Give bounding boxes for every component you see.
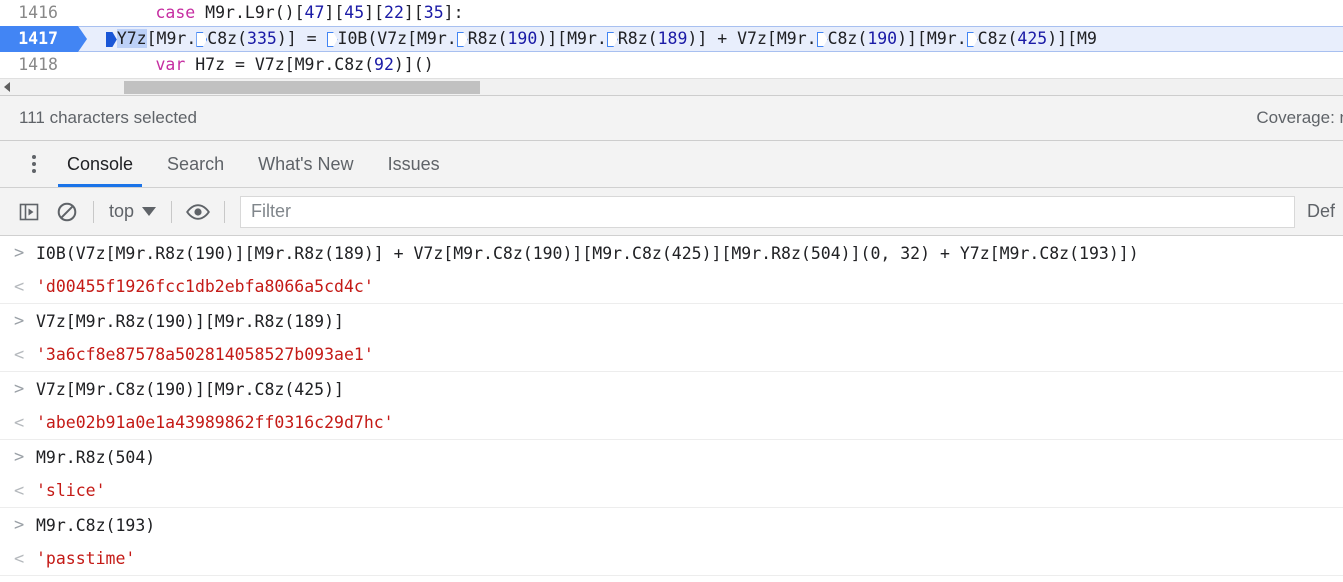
inline-eval-arrow-icon[interactable] xyxy=(816,32,828,47)
sources-editor[interactable]: 1416 case M9r.L9r()[47][45][22][35]: 141… xyxy=(0,0,1343,78)
filter-placeholder: Filter xyxy=(251,201,292,221)
prompt-out-icon: < xyxy=(14,412,25,433)
code-line-1417[interactable]: 1417 Y7z[M9r. C8z(335)] = I0B(V7z[M9r. R8z… xyxy=(0,26,1343,52)
prompt-out-icon: < xyxy=(14,344,25,365)
console-command[interactable]: > V7z[M9r.R8z(190)][M9r.R8z(189)] xyxy=(0,304,1343,338)
eye-icon xyxy=(186,203,210,220)
chevron-down-icon xyxy=(142,207,157,216)
editor-horizontal-scrollbar[interactable] xyxy=(0,78,1343,95)
scroll-left-arrow-icon[interactable] xyxy=(4,82,10,92)
console-command-text: V7z[M9r.R8z(190)][M9r.R8z(189)] xyxy=(36,311,344,331)
console-result-text: 'abe02b91a0e1a43989862ff0316c29d7hc' xyxy=(36,413,394,432)
toolbar-divider xyxy=(224,200,226,223)
prompt-out-icon: < xyxy=(14,480,25,501)
console-command[interactable]: > I0B(V7z[M9r.R8z(190)][M9r.R8z(189)] + … xyxy=(0,236,1343,270)
console-result-text: 'd00455f1926fcc1db2ebfa8066a5cd4c' xyxy=(36,277,374,296)
console-message-list[interactable]: > I0B(V7z[M9r.R8z(190)][M9r.R8z(189)] + … xyxy=(0,236,1343,582)
clear-console-button[interactable] xyxy=(48,193,86,231)
tab-issues[interactable]: Issues xyxy=(371,141,457,187)
sidebar-panel-icon xyxy=(19,203,39,220)
console-result-text: 'slice' xyxy=(36,481,106,500)
coverage-status[interactable]: Coverage: n xyxy=(1256,108,1343,128)
inline-eval-arrow-icon[interactable] xyxy=(966,32,978,47)
console-result[interactable]: < 'abe02b91a0e1a43989862ff0316c29d7hc' xyxy=(0,406,1343,440)
prompt-in-icon: > xyxy=(14,447,25,467)
more-tools-icon[interactable] xyxy=(18,141,50,187)
log-levels-dropdown[interactable]: Def xyxy=(1295,201,1335,222)
console-command[interactable]: > M9r.C8z(193) xyxy=(0,508,1343,542)
line-number[interactable]: 1416 xyxy=(0,0,68,26)
editor-status-bar: 111 characters selected Coverage: n xyxy=(0,95,1343,141)
inline-eval-arrow-icon[interactable] xyxy=(105,32,117,47)
execution-context-selector[interactable]: top xyxy=(101,201,164,222)
prompt-out-icon: < xyxy=(14,276,25,297)
prompt-in-icon: > xyxy=(14,243,25,263)
tab-whats-new[interactable]: What's New xyxy=(241,141,370,187)
console-command[interactable]: > V7z[M9r.C8z(190)][M9r.C8z(425)] xyxy=(0,372,1343,406)
console-result[interactable]: < 'slice' xyxy=(0,474,1343,508)
selection-status: 111 characters selected xyxy=(19,108,197,127)
console-result[interactable]: < '3a6cf8e87578a502814058527b093ae1' xyxy=(0,338,1343,372)
console-command-text: I0B(V7z[M9r.R8z(190)][M9r.R8z(189)] + V7… xyxy=(36,243,1139,263)
inline-eval-arrow-icon[interactable] xyxy=(196,32,208,47)
console-result-text: '3a6cf8e87578a502814058527b093ae1' xyxy=(36,345,374,364)
console-command-text: M9r.R8z(504) xyxy=(36,447,156,467)
console-command-text: M9r.C8z(193) xyxy=(36,515,156,535)
execution-context-label: top xyxy=(109,201,135,221)
prompt-out-icon: < xyxy=(14,548,25,569)
code-line-content[interactable]: Y7z[M9r. C8z(335)] = I0B(V7z[M9r. R8z(190)… xyxy=(68,26,1343,52)
tab-search[interactable]: Search xyxy=(150,141,241,187)
line-number[interactable]: 1418 xyxy=(0,52,68,78)
console-result-text: 'passtime' xyxy=(36,549,136,568)
kebab-dot xyxy=(32,155,36,159)
kebab-dot xyxy=(32,162,36,166)
no-entry-icon xyxy=(57,202,77,221)
prompt-in-icon: > xyxy=(14,379,25,399)
code-line-content[interactable]: var H7z = V7z[M9r.C8z(92)]() xyxy=(68,52,1343,78)
filter-input[interactable]: Filter xyxy=(240,195,1295,228)
live-expression-button[interactable] xyxy=(179,193,217,231)
kebab-dot xyxy=(32,169,36,173)
console-command[interactable]: > M9r.R8z(504) xyxy=(0,440,1343,474)
console-result[interactable]: < 'passtime' xyxy=(0,542,1343,576)
code-line-1418[interactable]: 1418 var H7z = V7z[M9r.C8z(92)]() xyxy=(0,52,1343,78)
line-number[interactable]: 1417 xyxy=(0,26,68,52)
console-command-text: V7z[M9r.C8z(190)][M9r.C8z(425)] xyxy=(36,379,344,399)
drawer-tab-bar: Console Search What's New Issues xyxy=(0,141,1343,188)
prompt-in-icon: > xyxy=(14,311,25,331)
code-line-1416[interactable]: 1416 case M9r.L9r()[47][45][22][35]: xyxy=(0,0,1343,26)
prompt-in-icon: > xyxy=(14,515,25,535)
console-result[interactable]: < 'd00455f1926fcc1db2ebfa8066a5cd4c' xyxy=(0,270,1343,304)
console-sidebar-toggle-button[interactable] xyxy=(10,193,48,231)
inline-eval-arrow-icon[interactable] xyxy=(606,32,618,47)
devtools-window: 1416 case M9r.L9r()[47][45][22][35]: 141… xyxy=(0,0,1343,582)
inline-eval-arrow-icon[interactable] xyxy=(456,32,468,47)
code-line-content[interactable]: case M9r.L9r()[47][45][22][35]: xyxy=(68,0,1343,26)
scrollbar-thumb[interactable] xyxy=(124,81,480,94)
toolbar-divider xyxy=(171,200,173,223)
tab-console[interactable]: Console xyxy=(50,141,150,187)
inline-eval-arrow-icon[interactable] xyxy=(326,32,338,47)
toolbar-divider xyxy=(93,200,94,223)
console-toolbar: top Filter Def xyxy=(0,188,1343,236)
